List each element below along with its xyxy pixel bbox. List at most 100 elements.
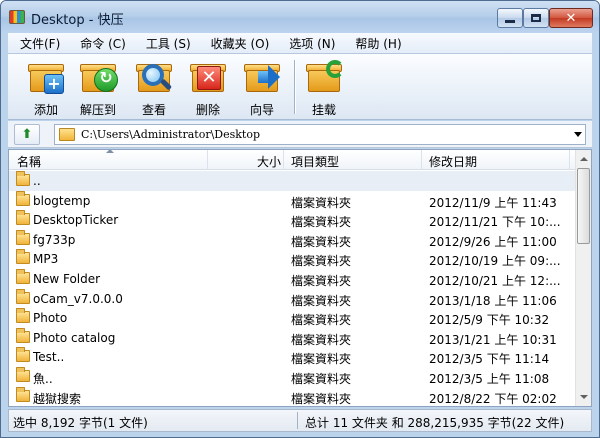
column-header-name[interactable]: 名稱 [17,153,41,170]
toolbar-separator [294,60,295,114]
file-type: 檔案資料夾 [291,313,352,328]
menu-favorites[interactable]: 收藏夹 (O) [211,35,270,52]
file-name: blogtemp [33,193,91,208]
table-row[interactable]: fg733p 檔案資料夾 2012/9/26 上午 11:00 [9,229,575,250]
file-name: DesktopTicker [33,213,119,228]
menu-options[interactable]: 选项 (N) [289,35,335,52]
list-header: 名稱 大小 項目類型 修改日期 [9,150,575,170]
menu-help[interactable]: 帮助 (H) [355,35,401,52]
app-logo-icon [9,10,25,24]
table-row[interactable]: DesktopTicker 檔案資料夾 2012/11/21 下午 10:... [9,210,575,230]
wizard-arrow-icon [244,60,280,94]
column-divider[interactable] [569,150,570,170]
menu-command[interactable]: 命令 (C) [80,35,126,52]
maximize-button[interactable] [523,8,549,28]
table-row[interactable]: .. [9,171,575,191]
scrollbar-thumb[interactable] [577,168,590,244]
file-name: MP3 [33,252,59,267]
table-row[interactable]: Test.. 檔案資料夾 2012/3/5 下午 11:14 [9,347,575,367]
column-header-date[interactable]: 修改日期 [429,153,477,170]
app-window: Desktop - 快压 ✕ 文件(F) 命令 (C) 工具 (S) 收藏夹 (… [0,0,600,438]
file-list: 名稱 大小 項目類型 修改日期 .. blogtemp 檔案資料夾 2012/1… [8,149,592,407]
delete-icon: ✕ [190,60,226,94]
folder-icon [16,327,30,343]
table-row[interactable]: 魚.. 檔案資料夾 2012/3/5 上午 11:08 [9,366,575,387]
add-button[interactable]: + 添加 [22,58,70,118]
wizard-button[interactable]: 向导 [238,58,286,118]
file-date: 2012/5/9 下午 10:32 [429,313,550,328]
mount-button[interactable]: 挂载 [300,58,348,118]
menu-tools[interactable]: 工具 (S) [146,35,191,52]
address-path: C:\Users\Administrator\Desktop [81,128,261,141]
file-type: 檔案資料夾 [291,234,352,249]
wizard-label: 向导 [249,103,274,117]
file-name: Test.. [33,350,65,365]
file-date: 2012/9/26 上午 11:00 [429,234,557,249]
menu-file[interactable]: 文件(F) [20,35,60,52]
file-type: 檔案資料夾 [291,352,352,367]
chevron-down-icon[interactable] [574,132,582,137]
file-date: 2013/1/21 上午 10:31 [429,332,557,347]
file-type: 檔案資料夾 [291,215,352,230]
minimize-button[interactable] [497,8,523,28]
file-date: 2012/3/5 下午 11:14 [429,352,550,367]
title-bar[interactable]: Desktop - 快压 ✕ [1,1,599,33]
table-row[interactable]: MP3 檔案資料夾 2012/10/19 上午 09:... [9,249,575,269]
folder-icon [16,366,30,382]
file-name: New Folder [33,271,101,286]
magnifier-icon [136,60,173,94]
table-row[interactable]: Photo 檔案資料夾 2012/5/9 下午 10:32 [9,308,575,328]
file-date: 2012/10/21 上午 12:... [429,273,561,288]
status-total: 总计 11 文件夹 和 288,215,935 字节(22 文件) [305,416,565,430]
table-row[interactable]: Photo catalog 檔案資料夾 2013/1/21 上午 10:31 [9,327,575,348]
file-type: 檔案資料夾 [291,391,352,406]
file-type: 檔案資料夾 [291,254,352,269]
extract-icon: ↻ [80,60,118,94]
vertical-scrollbar[interactable] [575,150,591,406]
folder-icon [16,249,30,265]
scroll-up-button[interactable] [577,151,591,167]
delete-label: 删除 [195,103,220,117]
file-date: 2012/3/5 上午 11:08 [429,371,550,386]
file-date: 2012/8/22 下午 02:02 [429,391,557,406]
file-name: .. [33,174,41,188]
arrow-up-icon [580,157,588,161]
view-button[interactable]: 查看 [130,58,178,118]
status-selection: 选中 8,192 字节(1 文件) [13,416,148,430]
file-name: fg733p [33,232,76,247]
mount-icon [306,60,344,94]
address-input[interactable]: C:\Users\Administrator\Desktop [54,124,586,145]
maximize-icon [531,14,541,22]
view-label: 查看 [141,103,166,117]
menu-bar: 文件(F) 命令 (C) 工具 (S) 收藏夹 (O) 选项 (N) 帮助 (H… [8,33,592,54]
close-icon: ✕ [565,10,577,26]
folder-icon [16,229,30,245]
extract-button[interactable]: ↻ 解压到 [74,58,122,118]
table-row[interactable]: oCam_v7.0.0.0 檔案資料夾 2013/1/18 上午 11:06 [9,288,575,309]
column-divider[interactable] [283,150,284,170]
up-folder-button[interactable]: ⬆ [14,124,40,145]
address-row: ⬆ C:\Users\Administrator\Desktop [8,121,592,148]
column-divider[interactable] [421,150,422,170]
file-type: 檔案資料夾 [291,332,352,347]
toolbar: + 添加 ↻ 解压到 查看 ✕ 删除 向导 挂载 [8,54,592,120]
column-divider[interactable] [207,150,208,170]
column-header-size[interactable]: 大小 [257,153,281,170]
folder-icon [16,288,30,304]
close-button[interactable]: ✕ [549,8,593,28]
file-type: 檔案資料夾 [291,293,352,308]
folder-icon [16,308,30,324]
table-row[interactable]: 越獄搜索 檔案資料夾 2012/8/22 下午 02:02 [9,386,575,406]
file-type: 檔案資料夾 [291,371,352,386]
sort-up-icon [106,150,114,153]
arrow-down-icon [580,395,588,399]
extract-label: 解压到 [79,103,116,117]
table-row[interactable]: blogtemp 檔案資料夾 2012/11/9 上午 11:43 [9,190,575,211]
file-name: Photo [33,311,68,326]
scroll-down-button[interactable] [577,389,591,405]
column-header-type[interactable]: 項目類型 [291,153,339,170]
delete-button[interactable]: ✕ 删除 [184,58,232,118]
file-date: 2012/11/21 下午 10:... [429,215,561,230]
mount-label: 挂载 [311,103,336,117]
table-row[interactable]: New Folder 檔案資料夾 2012/10/21 上午 12:... [9,268,575,289]
